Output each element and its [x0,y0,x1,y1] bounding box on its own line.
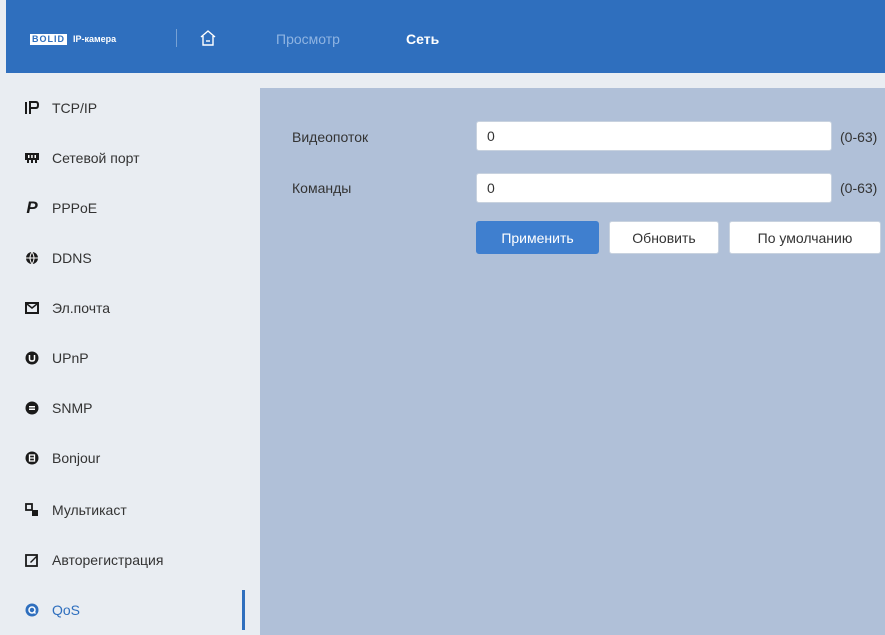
sidebar-item-label: Bonjour [52,450,101,466]
sidebar-item-bonjour[interactable]: Bonjour [0,438,245,478]
nav-view[interactable]: Просмотр [276,31,340,47]
autoregister-icon [24,552,40,568]
sidebar-item-upnp[interactable]: UPnP [0,338,245,378]
commands-input[interactable]: 0 [476,173,832,203]
top-bar: BOLID IP-камера Просмотр Сеть [0,0,885,88]
sidebar-item-label: Мультикаст [52,502,127,518]
sidebar-item-pppoe[interactable]: P PPPoE [0,188,245,228]
sidebar-item-email[interactable]: Эл.почта [0,288,245,328]
sidebar-item-tcpip[interactable]: TCP/IP [0,88,245,128]
sidebar-item-label: SNMP [52,400,93,416]
sidebar-item-label: QoS [52,602,81,618]
video-stream-label: Видеопоток [292,129,369,145]
ip-icon [24,100,40,116]
video-stream-input[interactable]: 0 [476,121,832,151]
nav-network[interactable]: Сеть [406,31,439,47]
sidebar-item-label: TCP/IP [52,100,98,116]
ddns-icon [24,250,40,266]
sidebar-item-label: PPPoE [52,200,98,216]
commands-label: Команды [292,180,352,196]
sidebar-item-label: Эл.почта [52,300,111,316]
logo: BOLID IP-камера [30,32,116,46]
default-button[interactable]: По умолчанию [729,221,881,254]
network-port-icon [24,150,40,166]
apply-button[interactable]: Применить [476,221,599,254]
pppoe-icon: P [26,198,38,217]
content-panel: Видеопоток 0 (0-63) Команды 0 (0-63) При… [260,88,885,635]
home-icon[interactable] [199,29,217,47]
sidebar: TCP/IP Сетевой порт P PPPoE DDNS Эл.почт… [0,88,260,635]
sidebar-item-snmp[interactable]: SNMP [0,388,245,428]
qos-icon [24,602,40,618]
refresh-button[interactable]: Обновить [609,221,719,254]
sidebar-item-qos[interactable]: QoS [0,590,245,630]
logo-brand: BOLID [30,33,67,45]
multicast-icon [24,502,40,518]
commands-range: (0-63) [840,180,878,196]
sidebar-item-label: UPnP [52,350,89,366]
logo-text: IP-камера [73,34,117,44]
sidebar-item-multicast[interactable]: Мультикаст [0,490,245,530]
bonjour-icon [24,450,40,466]
upnp-icon [24,350,40,366]
active-indicator [242,590,245,630]
sidebar-item-label: Сетевой порт [52,150,140,166]
sidebar-item-ddns[interactable]: DDNS [0,238,245,278]
mail-icon [24,300,40,316]
video-stream-range: (0-63) [840,129,878,145]
sidebar-item-autoregister[interactable]: Авторегистрация [0,540,245,580]
sidebar-item-label: DDNS [52,250,92,266]
sidebar-item-network-port[interactable]: Сетевой порт [0,138,245,178]
sidebar-item-label: Авторегистрация [52,552,164,568]
header: BOLID IP-камера Просмотр Сеть [6,0,885,73]
header-divider [176,29,177,47]
snmp-icon [24,400,40,416]
